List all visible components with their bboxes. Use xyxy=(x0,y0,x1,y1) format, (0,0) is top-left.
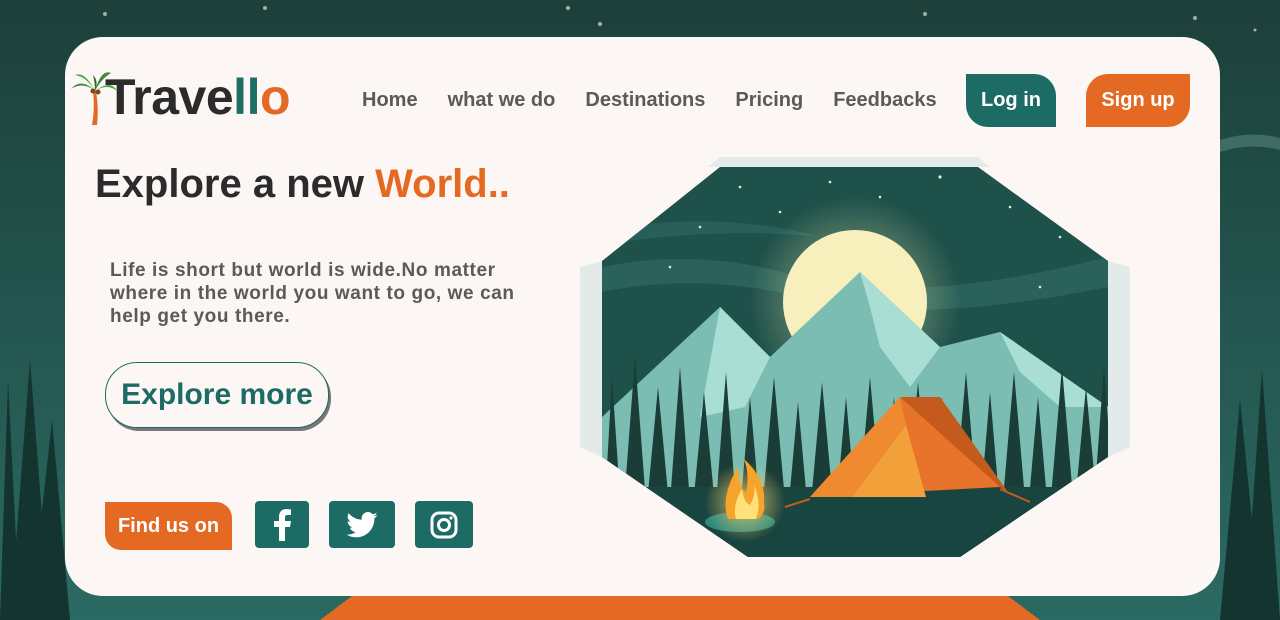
logo[interactable]: Travello xyxy=(71,67,291,127)
instagram-button[interactable] xyxy=(415,501,473,548)
hero-headline: Explore a new World.. xyxy=(95,162,510,207)
login-button[interactable]: Log in xyxy=(966,74,1056,127)
headline-text: Explore a new xyxy=(95,162,376,206)
main-card: Travello Home what we do Destinations Pr… xyxy=(65,37,1220,596)
instagram-icon xyxy=(430,511,458,538)
nav-destinations[interactable]: Destinations xyxy=(585,89,705,112)
explore-more-button[interactable]: Explore more xyxy=(105,362,329,428)
hero-illustration xyxy=(580,157,1130,557)
main-nav: Home what we do Destinations Pricing Fee… xyxy=(362,89,937,112)
logo-part-2: ll xyxy=(233,69,260,125)
nav-pricing[interactable]: Pricing xyxy=(735,89,803,112)
headline-accent: World.. xyxy=(375,162,510,206)
find-us-label: Find us on xyxy=(105,502,232,550)
twitter-icon xyxy=(346,511,378,537)
logo-text: Travello xyxy=(105,68,291,126)
twitter-button[interactable] xyxy=(329,501,395,548)
nav-what-we-do[interactable]: what we do xyxy=(448,89,556,112)
facebook-button[interactable] xyxy=(255,501,309,548)
logo-part-1: Trave xyxy=(105,69,234,125)
nav-home[interactable]: Home xyxy=(362,89,418,112)
logo-part-3: o xyxy=(259,69,291,125)
signup-button[interactable]: Sign up xyxy=(1086,74,1190,127)
nav-feedbacks[interactable]: Feedbacks xyxy=(833,89,936,112)
facebook-icon xyxy=(274,508,291,541)
hero-tagline: Life is short but world is wide.No matte… xyxy=(110,260,515,327)
